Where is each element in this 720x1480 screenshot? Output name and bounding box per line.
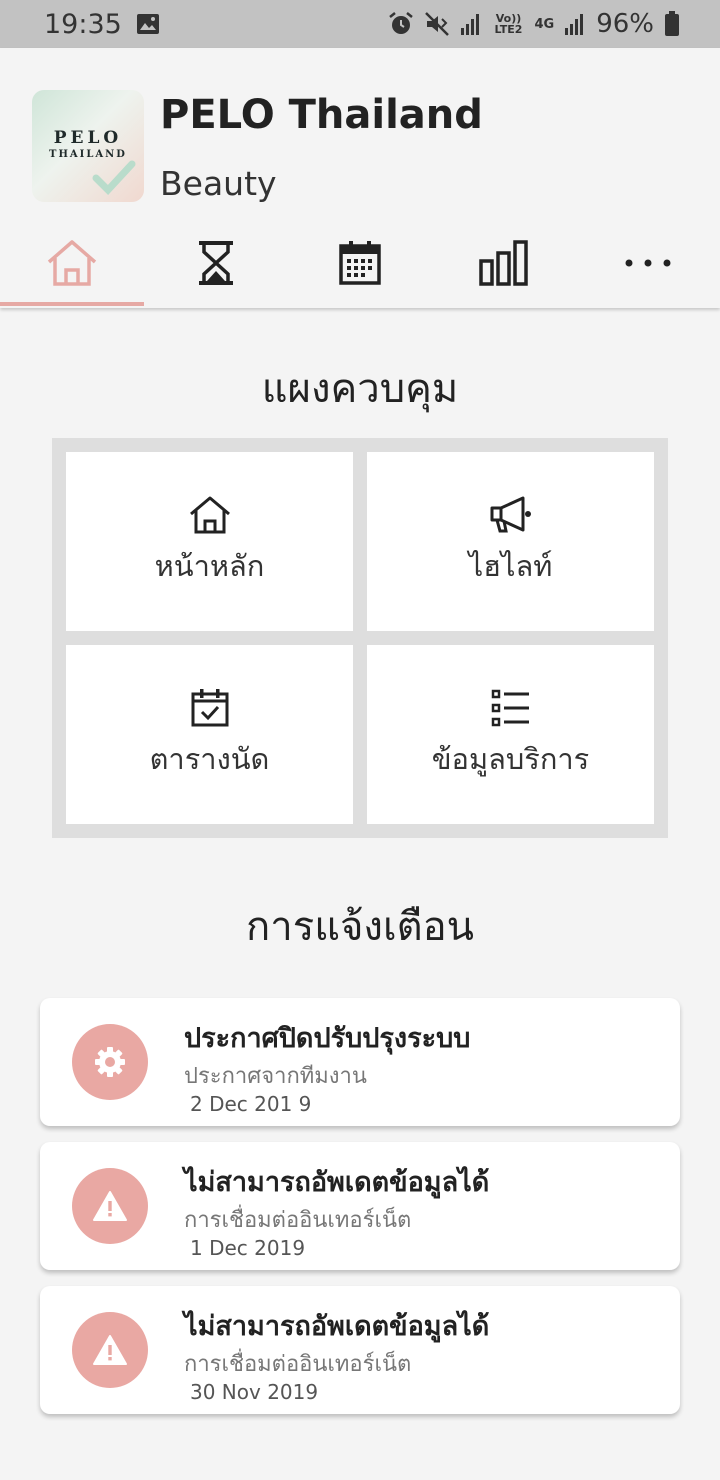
battery-icon	[664, 11, 680, 37]
tab-history[interactable]	[144, 220, 288, 306]
tile-highlight[interactable]: ไฮไลท์	[367, 452, 654, 631]
dashboard-title: แผงควบคุม	[261, 366, 459, 412]
calendar-icon	[339, 241, 381, 285]
list-icon	[491, 689, 529, 726]
warning-icon	[93, 1191, 127, 1221]
logo-text-main: PELO	[53, 128, 123, 148]
calendar-check-icon	[191, 688, 228, 726]
business-logo[interactable]: PELO THAILAND	[32, 90, 144, 202]
tab-more[interactable]	[576, 220, 720, 306]
gear-icon	[95, 1047, 125, 1077]
notification-item[interactable]: ประกาศปิดปรับปรุงระบบ ประกาศจากทีมงาน 2 …	[40, 998, 680, 1126]
megaphone-icon	[490, 496, 531, 532]
notification-icon-circle	[72, 1312, 148, 1388]
notification-icon-circle	[72, 1024, 148, 1100]
notification-subtitle: การเชื่อมต่ออินเทอร์เน็ต	[184, 1352, 412, 1377]
tile-highlight-label: ไฮไลท์	[468, 548, 553, 583]
notification-subtitle: การเชื่อมต่ออินเทอร์เน็ต	[184, 1208, 412, 1233]
business-name: PELO Thailand	[160, 92, 483, 138]
image-icon	[136, 13, 160, 35]
notification-date: 1 Dec 2019	[190, 1236, 306, 1260]
notification-title: ประกาศปิดปรับปรุงระบบ	[184, 1023, 471, 1054]
home-icon	[189, 496, 230, 533]
tile-appointments-label: ตารางนัด	[149, 741, 270, 776]
hourglass-icon	[199, 241, 233, 285]
check-mark-icon	[92, 160, 136, 196]
notification-date: 2 Dec 201 9	[190, 1092, 312, 1116]
tab-calendar[interactable]	[288, 220, 432, 306]
tile-appointments[interactable]: ตารางนัด	[66, 645, 353, 824]
notification-title: ไม่สามารถอัพเดตข้อมูลได้	[184, 1167, 490, 1198]
tile-home-label: หน้าหลัก	[154, 548, 265, 583]
tile-home[interactable]: หน้าหลัก	[66, 452, 353, 631]
tile-service-info-label: ข้อมูลบริการ	[431, 741, 590, 776]
tab-home[interactable]	[0, 220, 144, 306]
warning-icon	[93, 1335, 127, 1365]
logo-text-sub: THAILAND	[49, 149, 127, 160]
notification-icon-circle	[72, 1168, 148, 1244]
tab-bar	[0, 220, 720, 306]
notification-date: 30 Nov 2019	[190, 1380, 319, 1404]
tab-statistics[interactable]	[432, 220, 576, 306]
network-type-label: 4G	[534, 16, 555, 32]
home-icon	[47, 240, 97, 286]
status-time: 19:35	[44, 8, 122, 40]
notification-item[interactable]: ไม่สามารถอัพเดตข้อมูลได้ การเชื่อมต่ออิน…	[40, 1142, 680, 1270]
status-bar: 19:35 Vo)) LTE2 4G 96%	[0, 0, 720, 48]
vibrate-mute-icon	[424, 11, 450, 37]
dashboard-grid: หน้าหลัก ไฮไลท์ ตารางนัด ข้อมูลบริการ	[52, 438, 668, 838]
bar-chart-icon	[479, 240, 528, 286]
volte-label: Vo)) LTE2	[494, 12, 523, 36]
tile-service-info[interactable]: ข้อมูลบริการ	[367, 645, 654, 824]
more-icon	[625, 259, 671, 267]
alarm-icon	[388, 11, 414, 37]
signal-icon-2	[564, 12, 586, 36]
signal-icon	[460, 12, 482, 36]
battery-percent: 96%	[596, 9, 654, 39]
notification-item[interactable]: ไม่สามารถอัพเดตข้อมูลได้ การเชื่อมต่ออิน…	[40, 1286, 680, 1414]
app-header: PELO THAILAND PELO Thailand Beauty	[0, 48, 720, 308]
notifications-title: การแจ้งเตือน	[246, 904, 474, 950]
business-category: Beauty	[160, 164, 277, 203]
notification-subtitle: ประกาศจากทีมงาน	[184, 1064, 367, 1089]
notification-title: ไม่สามารถอัพเดตข้อมูลได้	[184, 1311, 490, 1342]
